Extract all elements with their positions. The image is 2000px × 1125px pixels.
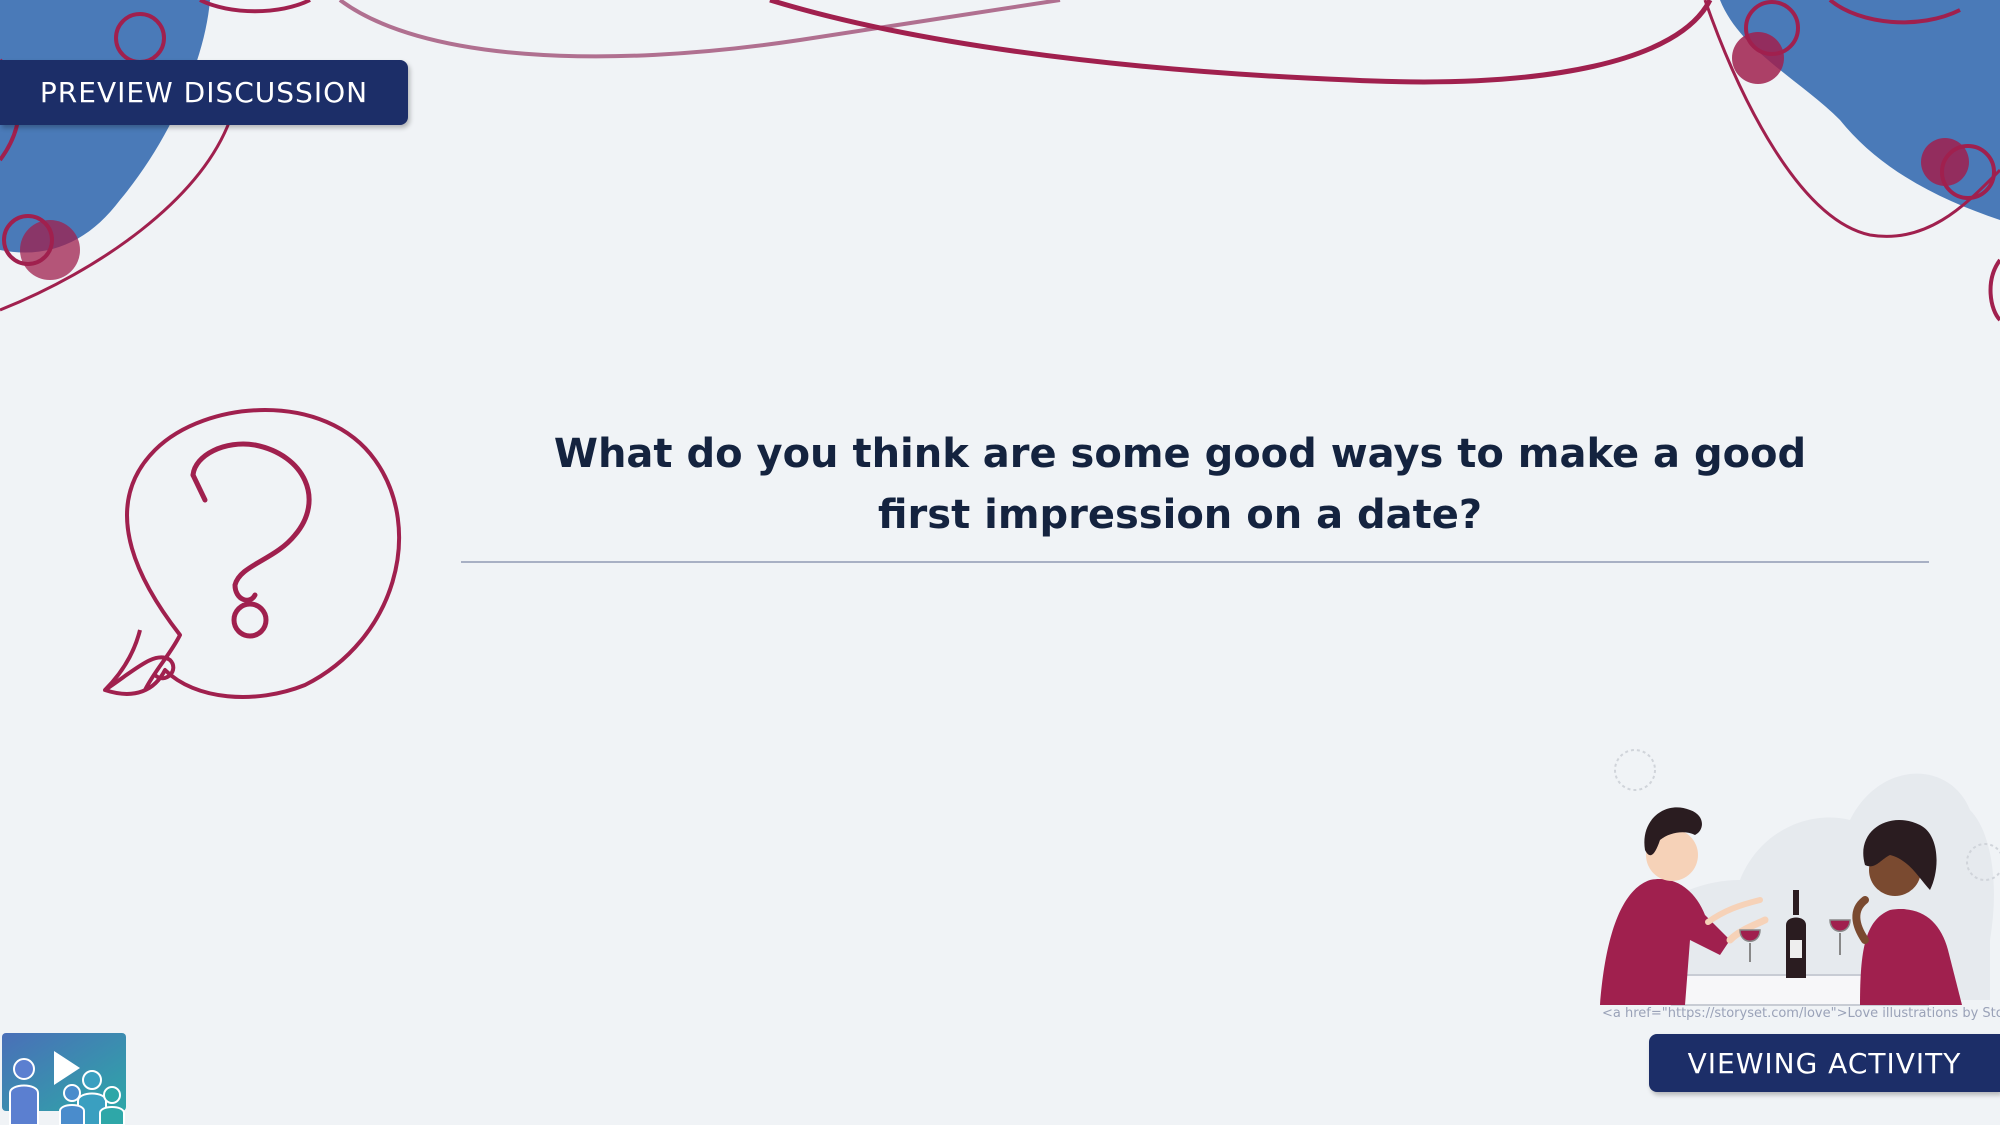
divider [461, 561, 1929, 563]
dinner-date-illustration [1600, 749, 2000, 1006]
viewing-activity-label: VIEWING ACTIVITY [1687, 1046, 1962, 1080]
preview-discussion-label: PREVIEW DISCUSSION [39, 76, 369, 109]
video-group-icon [2, 1033, 126, 1125]
viewing-activity-badge: VIEWING ACTIVITY [1649, 1034, 2000, 1092]
question-bubble-icon [103, 408, 402, 699]
preview-discussion-badge: PREVIEW DISCUSSION [0, 60, 408, 125]
discussion-question: What do you think are some good ways to … [553, 431, 1807, 538]
illustration-credit: <a href="https://storyset.com/love">Love… [1602, 1006, 2000, 1021]
